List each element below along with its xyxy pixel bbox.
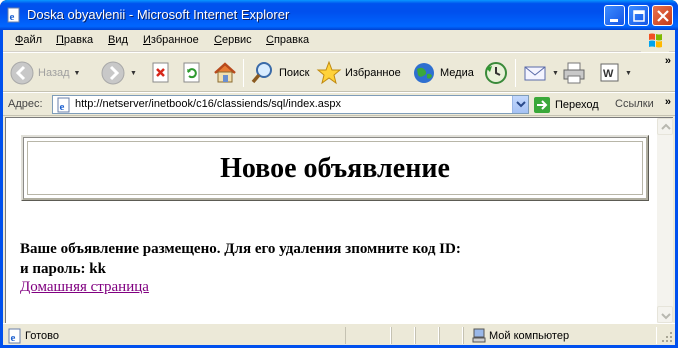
printer-icon <box>563 62 585 84</box>
history-clock-icon <box>485 62 507 84</box>
minimize-button[interactable] <box>604 5 625 26</box>
refresh-button[interactable] <box>181 57 203 89</box>
menu-edit[interactable]: Правка <box>56 34 93 46</box>
security-zone-text: Мой компьютер <box>489 330 570 342</box>
my-computer-icon <box>472 328 486 343</box>
search-icon <box>251 62 272 84</box>
scroll-down-button[interactable] <box>657 306 673 323</box>
confirmation-message: Ваше объявление размещено. Для его удале… <box>20 239 461 279</box>
windows-logo-icon <box>641 30 669 52</box>
svg-text:e: e <box>60 101 65 113</box>
scroll-up-button[interactable] <box>657 118 673 135</box>
home-page-link[interactable]: Домашняя страница <box>20 279 149 296</box>
standard-toolbar: Назад ▼ ▼ Поиск Избранное Медиа ▼ W ▼ » <box>3 52 675 92</box>
browser-window: e Doska obyavlenii - Microsoft Internet … <box>0 0 678 348</box>
print-button[interactable] <box>561 57 587 89</box>
scroll-up-icon <box>661 123 671 130</box>
minimize-icon <box>610 19 618 22</box>
svg-text:W: W <box>603 68 614 80</box>
edit-button[interactable]: W ▼ <box>599 57 632 89</box>
status-panel <box>345 327 391 344</box>
scroll-down-icon <box>661 313 671 320</box>
edit-dropdown-icon[interactable]: ▼ <box>625 70 632 77</box>
go-arrow-icon <box>534 97 550 113</box>
title-bar[interactable]: e Doska obyavlenii - Microsoft Internet … <box>0 0 678 30</box>
address-bar: Адрес: e http://netserver/inetbook/c16/c… <box>3 92 675 116</box>
links-toolbar[interactable]: Ссылки <box>615 98 654 110</box>
maximize-button[interactable] <box>628 5 649 26</box>
status-panel <box>439 327 463 344</box>
message-line-2: и пароль: kk <box>20 261 106 277</box>
back-button[interactable]: Назад ▼ <box>9 57 80 89</box>
svg-text:e: e <box>10 11 15 23</box>
status-panel <box>391 327 415 344</box>
back-label: Назад <box>38 67 70 79</box>
window-frame: Файл Правка Вид Избранное Сервис Справка <box>0 30 678 348</box>
chevron-down-icon <box>516 101 526 108</box>
address-dropdown-button[interactable] <box>512 96 528 113</box>
mail-dropdown-icon[interactable]: ▼ <box>552 70 559 77</box>
address-input[interactable]: e http://netserver/inetbook/c16/classien… <box>52 95 529 114</box>
toolbar-overflow-chevron-icon[interactable]: » <box>665 55 671 67</box>
menu-favorites[interactable]: Избранное <box>143 34 199 46</box>
ie-page-icon: e <box>7 7 20 23</box>
home-button[interactable] <box>212 57 238 89</box>
status-bar: e Готово Мой компьютер <box>3 323 675 345</box>
history-button[interactable] <box>483 57 509 89</box>
search-label: Поиск <box>279 67 310 79</box>
menu-tools[interactable]: Сервис <box>214 34 252 46</box>
refresh-icon <box>183 62 200 83</box>
toolbar-separator <box>515 59 516 87</box>
svg-text:e: e <box>11 332 16 344</box>
forward-button[interactable]: ▼ <box>100 57 137 89</box>
favorites-label: Избранное <box>345 67 401 79</box>
address-url: http://netserver/inetbook/c16/classiends… <box>75 98 341 110</box>
stop-icon <box>152 62 169 83</box>
status-panel <box>415 327 439 344</box>
menu-help[interactable]: Справка <box>266 34 309 46</box>
word-edit-icon: W <box>600 63 619 82</box>
heading-cell: Новое объявление <box>27 141 643 195</box>
forward-dropdown-icon[interactable]: ▼ <box>130 70 137 77</box>
media-label: Медиа <box>440 67 474 79</box>
page-heading: Новое объявление <box>220 153 450 184</box>
mail-icon <box>524 66 546 81</box>
menu-bar: Файл Правка Вид Избранное Сервис Справка <box>3 30 675 52</box>
media-button[interactable]: Медиа <box>411 57 474 89</box>
menu-file[interactable]: Файл <box>15 34 42 46</box>
search-button[interactable]: Поиск <box>250 57 309 89</box>
stop-button[interactable] <box>150 57 172 89</box>
close-button[interactable] <box>652 5 673 26</box>
media-globe-icon <box>414 63 434 83</box>
go-label: Переход <box>555 99 599 111</box>
message-line-1: Ваше объявление размещено. Для его удале… <box>20 241 461 257</box>
mail-button[interactable]: ▼ <box>522 57 559 89</box>
vertical-scrollbar[interactable] <box>657 117 673 323</box>
page-viewport: Новое объявление Ваше объявление размеще… <box>5 117 657 323</box>
page-icon: e <box>57 97 70 113</box>
home-icon <box>214 62 236 83</box>
favorites-button[interactable]: Избранное <box>316 57 401 89</box>
maximize-icon <box>633 10 645 22</box>
status-page-icon: e <box>8 328 21 344</box>
status-text: Готово <box>25 330 59 342</box>
forward-arrow-icon <box>101 61 125 85</box>
address-label: Адрес: <box>8 98 43 110</box>
back-arrow-icon <box>10 61 34 85</box>
close-icon <box>657 10 669 22</box>
resize-grip-icon[interactable] <box>661 331 673 343</box>
back-dropdown-icon[interactable]: ▼ <box>74 70 81 77</box>
heading-table: Новое объявление <box>21 135 649 201</box>
go-button[interactable]: Переход <box>533 95 599 115</box>
toolbar-separator <box>243 59 244 87</box>
links-overflow-chevron-icon[interactable]: » <box>665 96 671 108</box>
menu-view[interactable]: Вид <box>108 34 128 46</box>
favorites-star-icon <box>316 60 342 85</box>
window-title: Doska obyavlenii - Microsoft Internet Ex… <box>27 7 290 22</box>
